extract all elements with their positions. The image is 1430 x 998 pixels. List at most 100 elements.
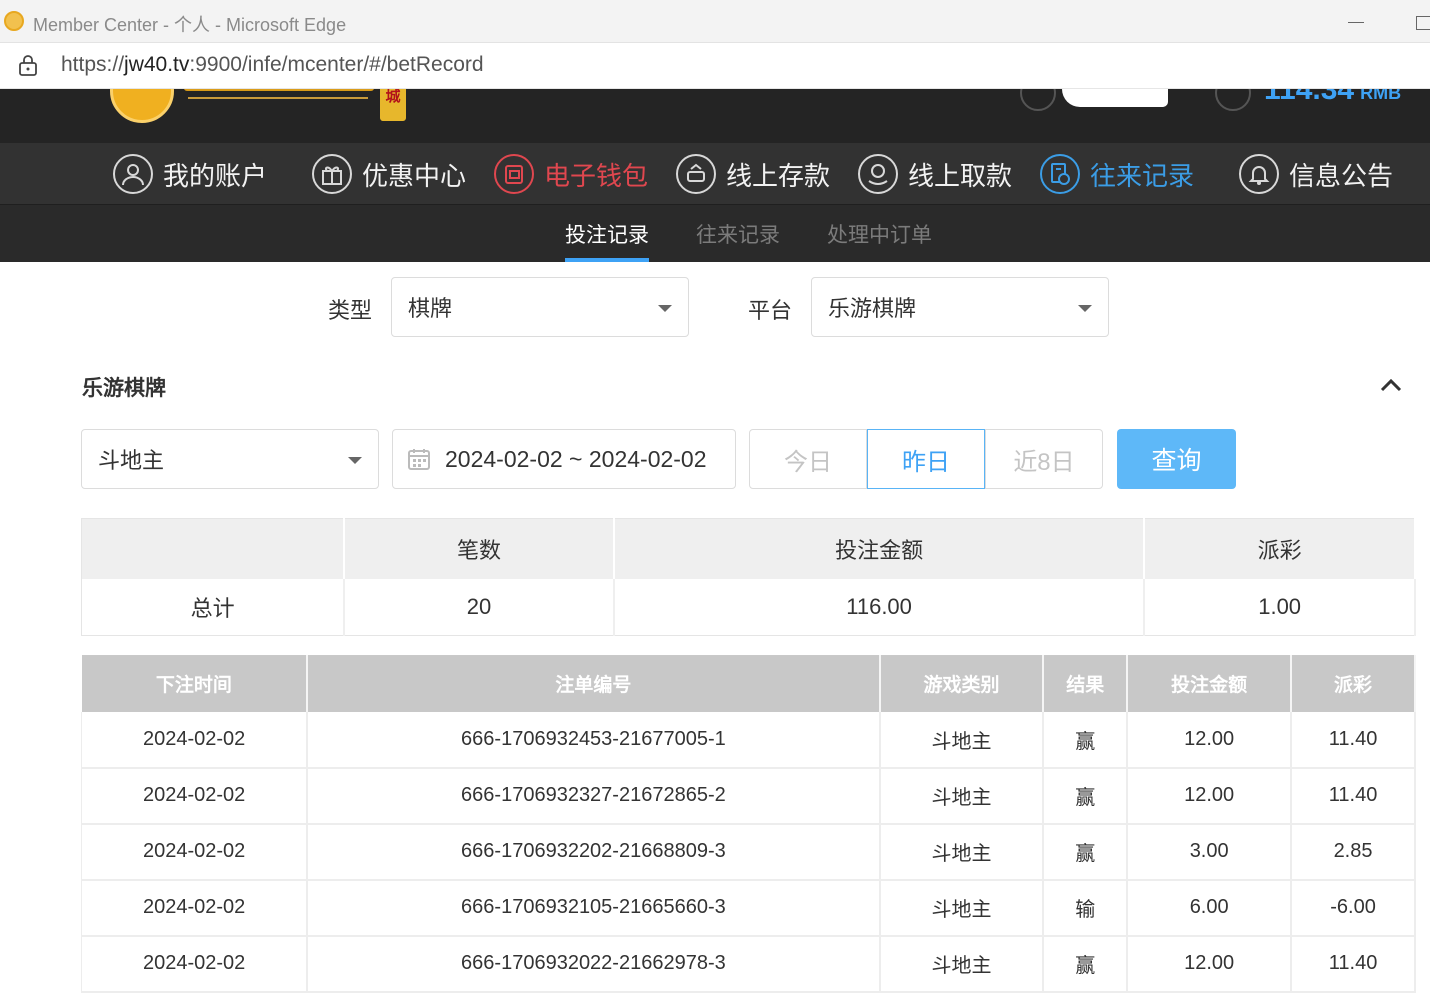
user-icon: [113, 154, 153, 194]
column-header: 下注时间: [81, 655, 309, 712]
payout: 11.40: [1290, 767, 1416, 825]
bet-id: 666-1706932022-21662978-3: [306, 935, 881, 993]
table-row[interactable]: 2024-02-02 666-1706932105-21665660-3 斗地主…: [81, 879, 1416, 937]
type-select[interactable]: 棋牌: [391, 277, 689, 337]
summary-cell: 1.00: [1144, 578, 1416, 636]
gift-icon: [312, 154, 352, 194]
tab-transaction-records[interactable]: 往来记录: [696, 219, 780, 249]
logo-badge: 乐城: [380, 89, 406, 121]
chevron-down-icon: [348, 457, 362, 464]
withdraw-icon: [858, 154, 898, 194]
bell-icon: [1239, 154, 1279, 194]
bet-amount: 12.00: [1126, 767, 1293, 825]
summary-cell: 116.00: [613, 578, 1146, 636]
nav-my-account[interactable]: 我的账户: [113, 153, 267, 195]
bet-id: 666-1706932327-21672865-2: [306, 767, 881, 825]
active-tab-indicator: [565, 258, 649, 262]
chevron-down-icon: [1078, 305, 1092, 312]
chevron-down-icon: [658, 305, 672, 312]
records-icon: [1040, 154, 1080, 194]
bet-time: 2024-02-02: [81, 767, 309, 825]
summary-header: 派彩: [1144, 518, 1416, 579]
table-row[interactable]: 2024-02-02 666-1706932327-21672865-2 斗地主…: [81, 767, 1416, 825]
bet-records-table: 下注时间 注单编号 游戏类别 结果 投注金额 派彩 2024-02-02 666…: [81, 655, 1416, 993]
bet-amount: 3.00: [1126, 823, 1293, 881]
date-range-picker[interactable]: 2024-02-02 ~ 2024-02-02: [392, 429, 736, 489]
game-type: 斗地主: [879, 767, 1045, 825]
nav-e-wallet[interactable]: 电子钱包: [494, 153, 648, 195]
bet-id: 666-1706932202-21668809-3: [306, 823, 881, 881]
payout: 11.40: [1290, 935, 1416, 993]
nav-deposit[interactable]: 线上存款: [676, 153, 830, 195]
game-type: 斗地主: [879, 935, 1045, 993]
platform-label: 平台: [748, 298, 793, 323]
table-row[interactable]: 2024-02-02 666-1706932453-21677005-1 斗地主…: [81, 711, 1416, 769]
wallet-icon: [494, 154, 534, 194]
column-header: 结果: [1043, 655, 1129, 712]
bet-result: 赢: [1042, 767, 1129, 825]
summary-header: 笔数: [344, 518, 615, 579]
bet-time: 2024-02-02: [81, 935, 309, 993]
account-balance: 114.34 RMB: [1264, 89, 1402, 106]
column-header: 游戏类别: [879, 655, 1045, 712]
tab-bet-records[interactable]: 投注记录: [565, 219, 649, 249]
nav-announcements[interactable]: 信息公告: [1239, 153, 1393, 195]
summary-cell: 总计: [81, 578, 346, 636]
game-select[interactable]: 斗地主: [81, 429, 379, 489]
summary-header: 投注金额: [613, 518, 1146, 579]
game-type: 斗地主: [879, 823, 1045, 881]
quick-yesterday-button[interactable]: 昨日: [867, 429, 985, 489]
lock-icon[interactable]: [18, 53, 38, 77]
quick-last-8-days-button[interactable]: 近8日: [985, 429, 1103, 489]
browser-title-bar: Member Center - 个人 - Microsoft Edge: [0, 0, 1430, 43]
column-header: 投注金额: [1127, 655, 1293, 712]
table-row[interactable]: 2024-02-02 666-1706932022-21662978-3 斗地主…: [81, 935, 1416, 993]
bet-result: 赢: [1042, 823, 1129, 881]
bet-amount: 12.00: [1126, 935, 1293, 993]
nav-transaction-records[interactable]: 往来记录: [1040, 153, 1194, 195]
bet-result: 赢: [1042, 711, 1129, 769]
type-label: 类型: [328, 298, 373, 323]
deposit-icon: [676, 154, 716, 194]
column-header: 派彩: [1291, 655, 1416, 712]
nav-promotions[interactable]: 优惠中心: [312, 153, 466, 195]
payout: -6.00: [1290, 879, 1416, 937]
summary-table: 笔数 投注金额 派彩 总计 20 116.00 1.00: [81, 518, 1416, 636]
section-title: 乐游棋牌: [82, 377, 166, 400]
address-bar[interactable]: https://jw40.tv:9900/infe/mcenter/#/betR…: [0, 43, 1430, 89]
payout: 2.85: [1290, 823, 1416, 881]
bet-time: 2024-02-02: [81, 879, 309, 937]
site-header: 乐城 114.34RMB: [0, 89, 1430, 143]
site-favicon-icon: [4, 11, 24, 31]
bet-id: 666-1706932453-21677005-1: [306, 711, 881, 769]
payout: 11.40: [1290, 711, 1416, 769]
summary-header: [81, 518, 346, 579]
window-title: Member Center - 个人 - Microsoft Edge: [33, 15, 347, 35]
main-nav: 我的账户 优惠中心 电子钱包 线上存款 线上取款 往来记录 信息公告: [0, 143, 1430, 205]
url-text[interactable]: https://jw40.tv:9900/infe/mcenter/#/betR…: [61, 53, 484, 77]
balance-coin-icon: [1215, 89, 1251, 111]
bet-amount: 12.00: [1126, 711, 1293, 769]
quick-today-button[interactable]: 今日: [749, 429, 867, 489]
sub-nav: 投注记录 往来记录 处理中订单: [0, 205, 1430, 262]
summary-cell: 20: [344, 578, 615, 636]
username-redacted: [1062, 89, 1168, 107]
table-row[interactable]: 2024-02-02 666-1706932202-21668809-3 斗地主…: [81, 823, 1416, 881]
bet-amount: 6.00: [1126, 879, 1293, 937]
platform-select[interactable]: 乐游棋牌: [811, 277, 1109, 337]
bet-time: 2024-02-02: [81, 711, 309, 769]
nav-withdraw[interactable]: 线上取款: [858, 153, 1012, 195]
query-button[interactable]: 查询: [1117, 429, 1236, 489]
maximize-icon[interactable]: [1416, 16, 1430, 30]
game-type: 斗地主: [879, 879, 1045, 937]
tab-pending-orders[interactable]: 处理中订单: [827, 219, 932, 249]
game-type: 斗地主: [879, 711, 1045, 769]
bet-result: 输: [1042, 879, 1129, 937]
bet-result: 赢: [1042, 935, 1129, 993]
column-header: 注单编号: [307, 655, 881, 712]
chevron-up-icon[interactable]: [1380, 374, 1402, 396]
summary-row: 总计 20 116.00 1.00: [81, 578, 1416, 636]
bet-time: 2024-02-02: [81, 823, 309, 881]
minimize-icon[interactable]: [1348, 22, 1364, 23]
account-avatar-icon[interactable]: [1020, 89, 1056, 111]
